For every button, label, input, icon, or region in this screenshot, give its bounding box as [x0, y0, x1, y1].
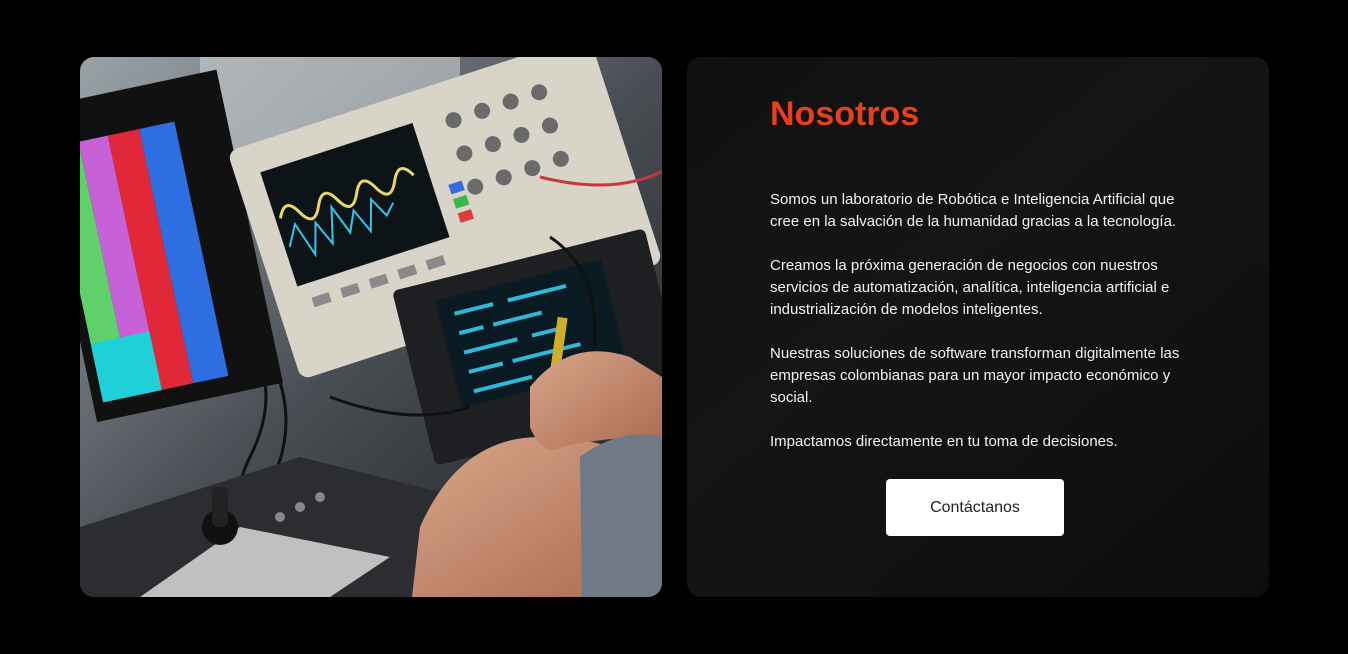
about-paragraph: Creamos la próxima generación de negocio… — [770, 257, 1170, 318]
about-text: Somos un laboratorio de Robótica e Intel… — [770, 189, 1200, 475]
about-section: Nosotros Somos un laboratorio de Robótic… — [687, 57, 1269, 597]
contact-button[interactable]: Contáctanos — [886, 479, 1064, 536]
lab-photo — [80, 57, 662, 597]
about-paragraph: Somos un laboratorio de Robótica e Intel… — [770, 191, 1177, 230]
lab-equipment-illustration — [80, 57, 662, 597]
about-paragraph: Nuestras soluciones de software transfor… — [770, 345, 1180, 406]
section-title: Nosotros — [770, 95, 920, 133]
about-paragraph: Impactamos directamente en tu toma de de… — [770, 433, 1118, 450]
